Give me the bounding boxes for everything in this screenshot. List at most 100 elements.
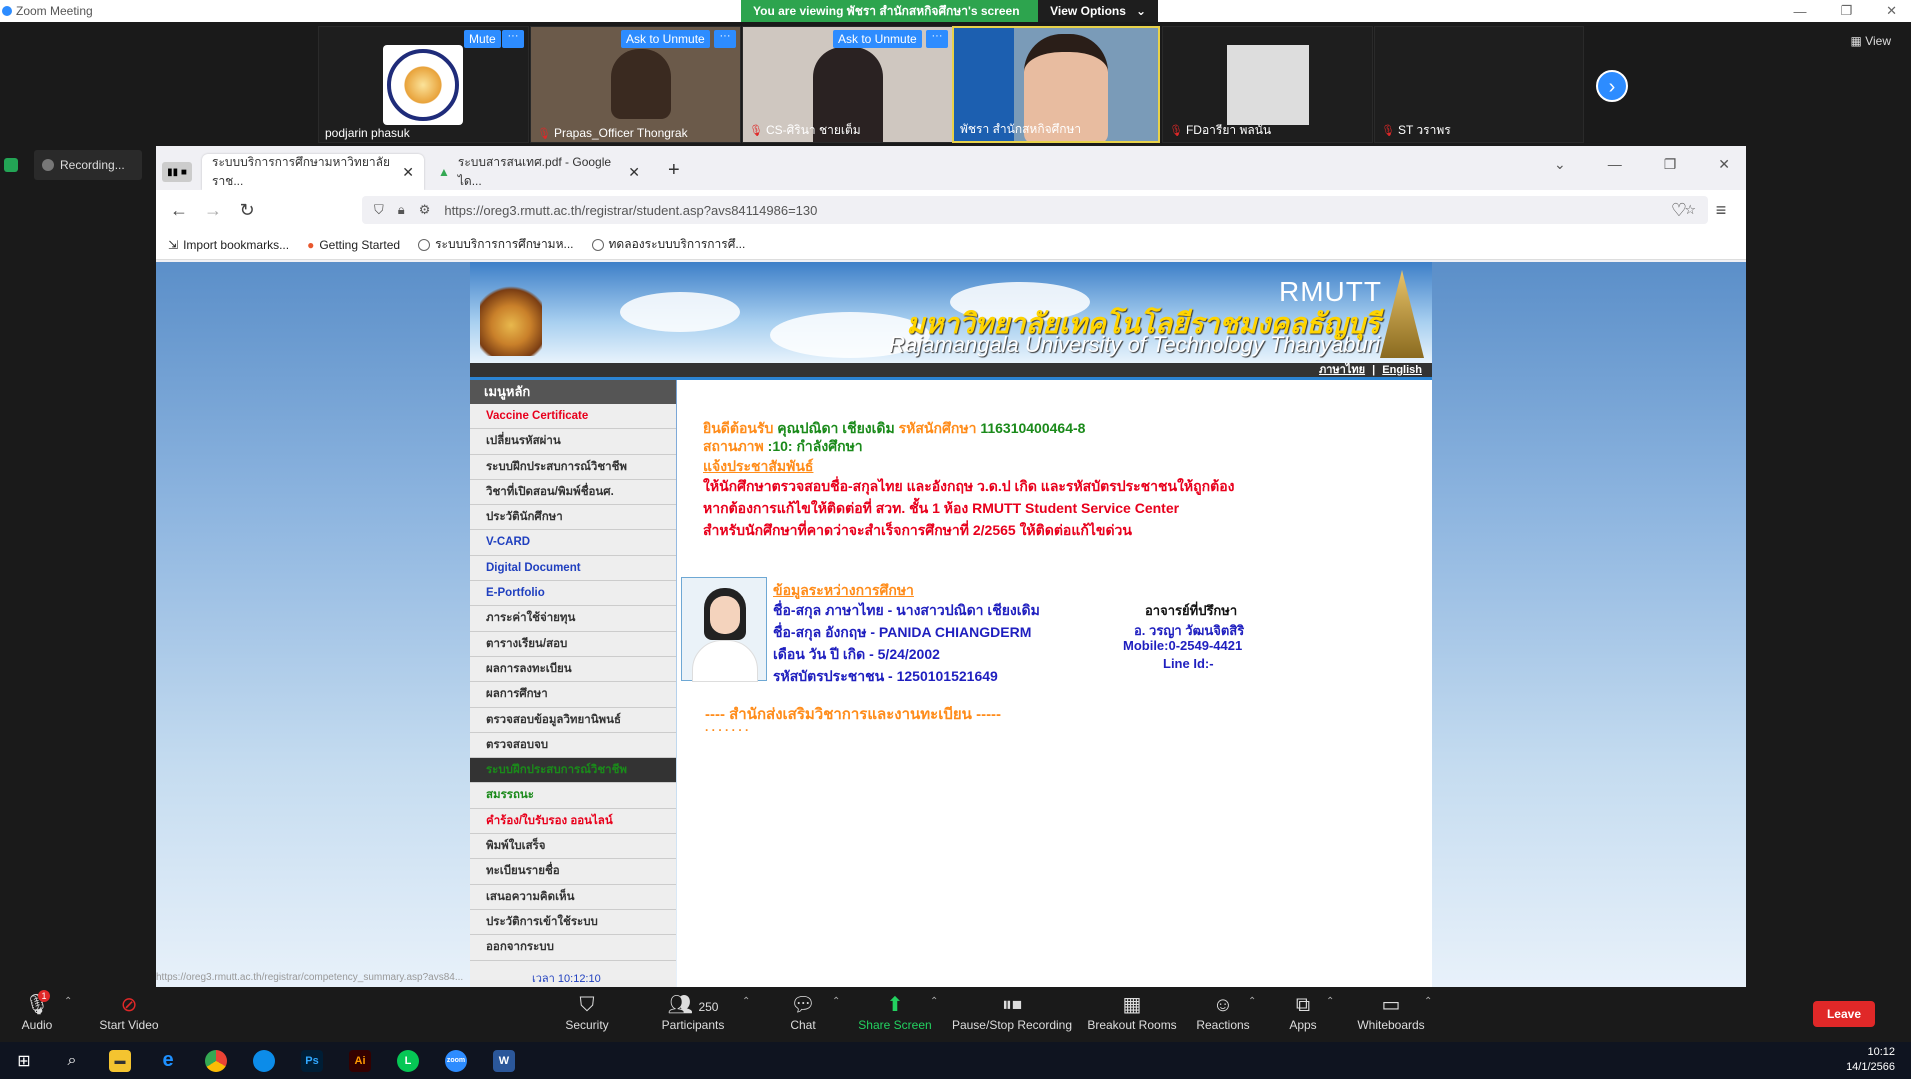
menu-item[interactable]: Vaccine Certificate — [470, 404, 676, 430]
word-icon[interactable]: W — [480, 1042, 528, 1079]
restore-icon[interactable]: ❐ — [1840, 3, 1852, 19]
menu-item[interactable]: ตรวจสอบจบ — [470, 733, 676, 759]
chat-caret-icon[interactable]: ⌃ — [832, 996, 840, 1007]
whiteboards-button[interactable]: ▭ Whiteboards — [1346, 992, 1436, 1032]
student-photo — [681, 577, 767, 682]
bookmark-test-system[interactable]: ทดลองระบบบริการการศึ... — [591, 235, 746, 254]
illustrator-icon[interactable]: Ai — [336, 1042, 384, 1079]
bookmark-getting-started[interactable]: ● Getting Started — [307, 238, 400, 252]
participant-tile[interactable]: 🎙 FDอารียา พลนัน — [1162, 26, 1373, 143]
lang-thai-link[interactable]: ภาษาไทย — [1319, 364, 1365, 376]
view-button[interactable]: ▦ View — [1851, 34, 1891, 48]
close-tab-icon[interactable]: ✕ — [402, 164, 414, 181]
list-tabs-icon[interactable]: ⌄ — [1554, 156, 1566, 173]
internet-explorer-icon[interactable]: e — [144, 1042, 192, 1079]
announcement-title[interactable]: แจ้งประชาสัมพันธ์ — [703, 456, 813, 478]
pocket-icon[interactable]: ♡ — [1662, 200, 1696, 221]
start-icon[interactable]: ⊞ — [0, 1042, 48, 1079]
minimize-icon[interactable]: — — [1793, 4, 1806, 19]
menu-item[interactable]: ระบบฝึกประสบการณ์วิชาชีพ — [470, 758, 676, 784]
edge-icon[interactable] — [240, 1042, 288, 1079]
main-content: ยินดีต้อนรับ คุณปณิดา เชียงเดิม รหัสนักศ… — [677, 380, 1432, 987]
share-caret-icon[interactable]: ⌃ — [930, 996, 938, 1007]
ask-to-unmute-button[interactable]: Ask to Unmute — [621, 30, 710, 48]
participants-caret-icon[interactable]: ⌃ — [742, 996, 750, 1007]
lock-icon: 🔒︎ — [397, 202, 405, 217]
more-options-icon[interactable]: ··· — [502, 30, 524, 48]
menu-icon[interactable]: ≡ — [1704, 200, 1738, 221]
close-icon[interactable]: ✕ — [1886, 3, 1897, 19]
more-options-icon[interactable]: ··· — [926, 30, 948, 48]
menu-item[interactable]: เปลี่ยนรหัสผ่าน — [470, 429, 676, 455]
pause-stop-recording-button[interactable]: ⏸︎⏹︎ Pause/Stop Recording — [950, 992, 1074, 1032]
breakout-rooms-button[interactable]: ▦ Breakout Rooms — [1086, 992, 1178, 1032]
participant-name: 🎙 Prapas_Officer Thongrak — [537, 126, 688, 140]
close-tab-icon[interactable]: ✕ — [628, 164, 640, 181]
security-button[interactable]: ⛉ Security — [542, 992, 632, 1032]
menu-item[interactable]: คำร้อง/ใบรับรอง ออนไลน์ — [470, 809, 676, 835]
recording-indicator[interactable]: Recording... — [34, 150, 142, 180]
menu-item[interactable]: V-CARD — [470, 530, 676, 556]
back-button[interactable]: ← — [162, 200, 196, 221]
menu-item[interactable]: ภาระค่าใช้จ่ายทุน — [470, 606, 676, 632]
apps-caret-icon[interactable]: ⌃ — [1326, 996, 1334, 1007]
menu-item[interactable]: พิมพ์ใบเสร็จ — [470, 834, 676, 860]
menu-item[interactable]: เสนอความคิดเห็น — [470, 885, 676, 910]
leave-button[interactable]: Leave — [1812, 1001, 1875, 1027]
recording-pause-icon[interactable]: ▮▮ ■ — [162, 162, 192, 182]
forward-button[interactable]: → — [196, 200, 230, 221]
study-info-title[interactable]: ข้อมูลระหว่างการศึกษา — [773, 580, 914, 602]
apps-button[interactable]: ⧉ Apps — [1258, 992, 1348, 1032]
more-options-icon[interactable]: ··· — [714, 30, 736, 48]
bookmark-import[interactable]: ⇲ Import bookmarks... — [168, 238, 289, 252]
menu-item[interactable]: ทะเบียนรายชื่อ — [470, 859, 676, 885]
minimize-icon[interactable]: — — [1608, 156, 1622, 173]
bookmark-label: ทดลองระบบบริการการศึ... — [608, 237, 746, 251]
menu-item[interactable]: ประวัตินักศึกษา — [470, 505, 676, 531]
participant-tile[interactable]: Mute ··· podjarin phasuk — [318, 26, 529, 143]
mute-button[interactable]: Mute — [464, 30, 501, 48]
reload-button[interactable]: ↻ — [230, 200, 264, 221]
search-icon[interactable]: ⌕ — [48, 1042, 96, 1079]
start-video-button[interactable]: ⊘ Start Video — [84, 992, 174, 1032]
line-icon[interactable]: L — [384, 1042, 432, 1079]
menu-item[interactable]: Digital Document — [470, 556, 676, 582]
menu-item[interactable]: ผลการลงทะเบียน — [470, 657, 676, 683]
audio-caret-icon[interactable]: ⌃ — [64, 996, 72, 1007]
address-bar[interactable]: ⛉ 🔒︎ ⚙ https://oreg3.rmutt.ac.th/registr… — [362, 196, 1708, 224]
close-icon[interactable]: ✕ — [1718, 156, 1730, 173]
tab-google-drive[interactable]: ▲ ระบบสารสนเทศ.pdf - Google ได... ✕ — [428, 154, 650, 190]
menu-item[interactable]: ระบบฝึกประสบการณ์วิชาชีพ — [470, 455, 676, 480]
whiteboards-caret-icon[interactable]: ⌃ — [1424, 996, 1432, 1007]
next-page-button[interactable]: › — [1596, 70, 1628, 102]
menu-item[interactable]: ตารางเรียน/สอบ — [470, 632, 676, 657]
menu-item[interactable]: ตรวจสอบข้อมูลวิทยานิพนธ์ — [470, 708, 676, 733]
reactions-caret-icon[interactable]: ⌃ — [1248, 996, 1256, 1007]
chrome-icon[interactable] — [192, 1042, 240, 1079]
share-screen-button[interactable]: ⬆︎ Share Screen — [850, 992, 940, 1032]
participant-tile[interactable]: 🎙 ST วราพร — [1374, 26, 1584, 143]
menu-item[interactable]: E-Portfolio — [470, 581, 676, 607]
ask-to-unmute-button[interactable]: Ask to Unmute — [833, 30, 922, 48]
view-options-button[interactable]: View Options ⌄ — [1038, 0, 1158, 22]
menu-item[interactable]: ประวัติการเข้าใช้ระบบ — [470, 910, 676, 936]
new-tab-button[interactable]: + — [668, 159, 680, 182]
menu-item[interactable]: สมรรถนะ — [470, 783, 676, 809]
lang-english-link[interactable]: English — [1382, 364, 1422, 376]
menu-item[interactable]: วิชาที่เปิดสอน/พิมพ์ชื่อนศ. — [470, 480, 676, 506]
menu-item[interactable]: ผลการศึกษา — [470, 682, 676, 708]
participant-tile[interactable]: Ask to Unmute ··· 🎙 Prapas_Officer Thongr… — [530, 26, 741, 143]
menu-item[interactable]: ออกจากระบบ — [470, 935, 676, 961]
announcement-line: ให้นักศึกษาตรวจสอบชื่อ-สกุลไทย และอังกฤษ… — [703, 478, 1235, 494]
restore-icon[interactable]: ❐ — [1664, 156, 1677, 173]
file-explorer-icon[interactable]: ▬ — [96, 1042, 144, 1079]
photoshop-icon[interactable]: Ps — [288, 1042, 336, 1079]
system-tray-clock[interactable]: 10:12 14/1/2566 — [1846, 1045, 1895, 1075]
zoom-icon[interactable]: zoom — [432, 1042, 480, 1079]
participant-tile[interactable]: Ask to Unmute ··· 🎙 CS-ศิรินา ชายเต็ม — [742, 26, 953, 143]
participant-tile-active-speaker[interactable]: พัชรา สำนักสหกิจศึกษา — [952, 26, 1160, 143]
tab-registrar[interactable]: ระบบบริการการศึกษามหาวิทยาลัยราช... ✕ — [202, 154, 424, 190]
participants-button[interactable]: 👥︎ 250 Participants — [648, 992, 738, 1032]
window-title: Zoom Meeting — [16, 4, 93, 18]
bookmark-registrar[interactable]: ระบบบริการการศึกษามห... — [418, 235, 574, 254]
